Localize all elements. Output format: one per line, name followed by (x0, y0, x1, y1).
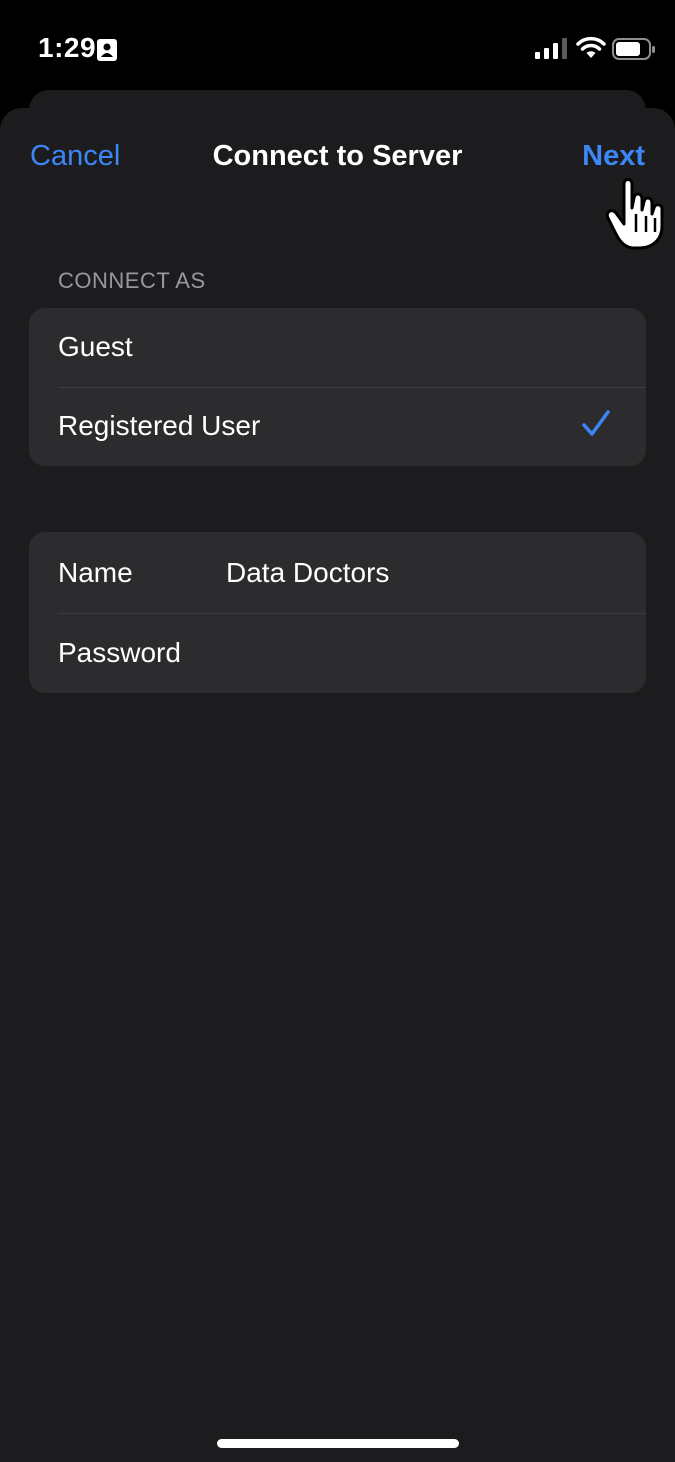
contact-card-icon (97, 39, 117, 61)
option-guest-label: Guest (58, 331, 133, 362)
home-indicator[interactable] (217, 1439, 459, 1448)
checkmark-icon (582, 410, 610, 436)
wifi-icon (576, 36, 606, 58)
option-registered-user-label: Registered User (58, 410, 261, 441)
name-field[interactable]: Data Doctors (226, 557, 389, 589)
password-row[interactable]: Password (29, 613, 646, 693)
password-label: Password (58, 637, 181, 668)
option-registered-user[interactable]: Registered User (29, 387, 646, 466)
page-title: Connect to Server (212, 140, 463, 172)
battery-icon (612, 38, 655, 60)
next-button[interactable]: Next (582, 140, 645, 173)
connect-to-server-sheet: Cancel Connect to Server Next CONNECT AS… (0, 108, 675, 1462)
cellular-signal-icon (535, 38, 567, 59)
name-label: Name (58, 557, 133, 588)
credentials-group: Name Data Doctors Password (29, 532, 646, 693)
connect-as-group: Guest Registered User (29, 308, 646, 466)
status-bar: 1:29 (0, 0, 675, 90)
connect-as-header: CONNECT AS (58, 268, 206, 293)
status-time: 1:29 (38, 32, 97, 63)
hand-pointer-cursor-icon (605, 178, 664, 250)
option-guest[interactable]: Guest (29, 308, 646, 387)
name-row[interactable]: Name Data Doctors (29, 532, 646, 613)
